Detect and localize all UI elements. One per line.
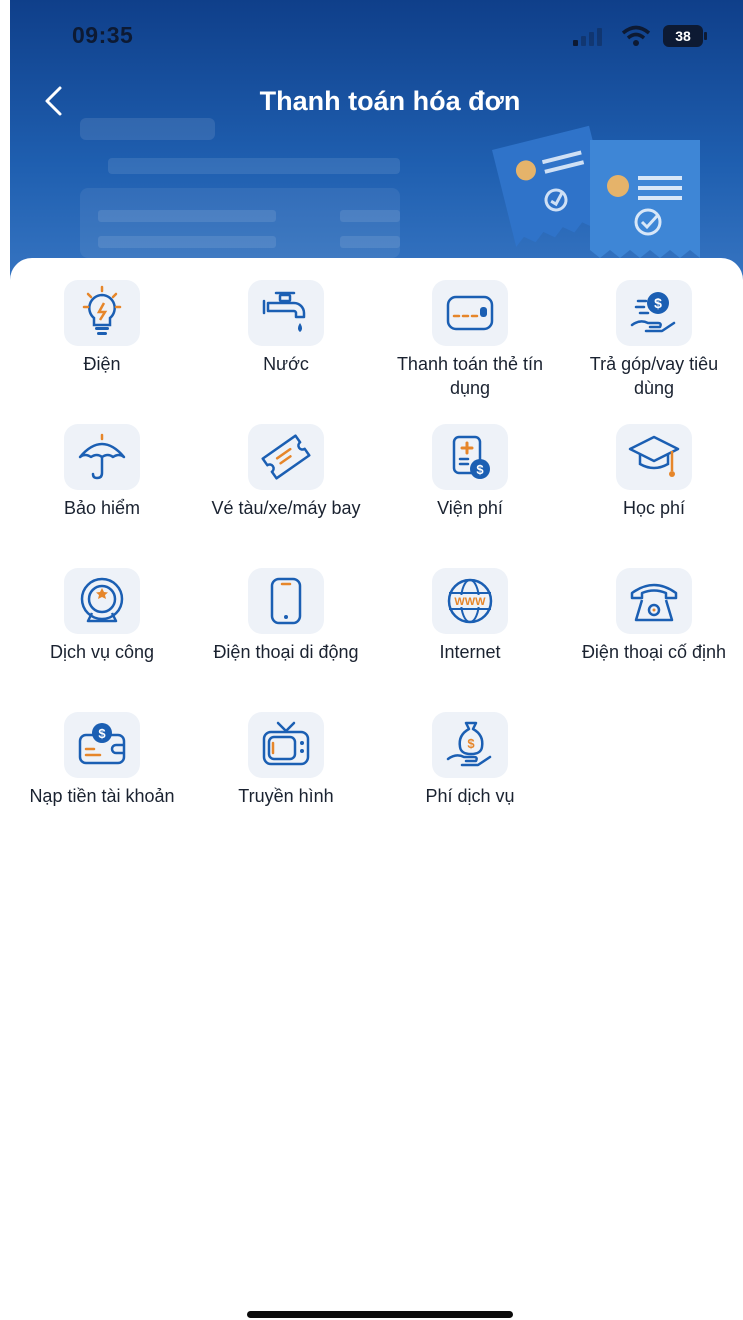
loan-hand-icon: $ bbox=[630, 292, 676, 333]
water-tap-icon bbox=[262, 291, 306, 332]
service-installment-loan[interactable]: $ Trả góp/vay tiêu dùng bbox=[562, 280, 743, 400]
service-label: Vé tàu/xe/máy bay bbox=[211, 498, 361, 518]
graduation-cap-icon bbox=[628, 435, 680, 477]
icon-tile bbox=[248, 424, 324, 490]
battery-level: 38 bbox=[675, 28, 691, 44]
status-icons: 38 bbox=[573, 25, 707, 47]
icon-tile bbox=[64, 424, 140, 490]
service-label: Phí dịch vụ bbox=[425, 786, 515, 806]
service-water[interactable]: Nước bbox=[194, 280, 378, 400]
service-television[interactable]: Truyền hình bbox=[194, 712, 378, 832]
service-label: Điện thoại cố định bbox=[581, 642, 727, 662]
svg-text:$: $ bbox=[654, 295, 662, 311]
service-label: Nạp tiền tài khoản bbox=[29, 786, 175, 806]
tv-icon bbox=[262, 721, 310, 766]
service-landline[interactable]: Điện thoại cố định bbox=[562, 568, 743, 688]
header: 09:35 38 Thanh toán hóa đơn bbox=[10, 0, 743, 300]
landline-phone-icon bbox=[630, 583, 678, 622]
svg-text:$: $ bbox=[98, 726, 106, 741]
icon-tile: $ bbox=[64, 712, 140, 778]
page-title: Thanh toán hóa đơn bbox=[259, 86, 521, 116]
back-button[interactable] bbox=[38, 84, 72, 118]
service-mobile[interactable]: Điện thoại di động bbox=[194, 568, 378, 688]
service-label: Học phí bbox=[622, 498, 686, 518]
icon-tile: WWW bbox=[432, 568, 508, 634]
icon-tile bbox=[248, 568, 324, 634]
umbrella-icon bbox=[78, 433, 126, 480]
service-hospital-fee[interactable]: $ Viện phí bbox=[378, 424, 562, 544]
icon-tile: $ bbox=[616, 280, 692, 346]
wifi-icon bbox=[621, 25, 651, 46]
service-credit-card[interactable]: Thanh toán thẻ tín dụng bbox=[378, 280, 562, 400]
status-time: 09:35 bbox=[72, 22, 134, 48]
money-bag-hand-icon: $ bbox=[446, 721, 492, 767]
icon-tile bbox=[64, 280, 140, 346]
service-label: Nước bbox=[263, 354, 309, 374]
service-account-topup[interactable]: $ Nạp tiền tài khoản bbox=[10, 712, 194, 832]
globe-www-icon: WWW bbox=[447, 578, 493, 624]
icon-tile: $ bbox=[432, 712, 508, 778]
service-travel-ticket[interactable]: Vé tàu/xe/máy bay bbox=[194, 424, 378, 544]
services-panel: Điện Nước Thanh toán thẻ tín dụng $ Trả … bbox=[10, 258, 743, 1320]
icon-tile bbox=[616, 424, 692, 490]
battery-icon: 38 bbox=[663, 25, 707, 47]
service-electricity[interactable]: Điện bbox=[10, 280, 194, 400]
credit-card-icon bbox=[446, 295, 494, 331]
hospital-bill-icon: $ bbox=[452, 435, 490, 479]
service-label: Điện thoại di động bbox=[213, 642, 359, 662]
icon-tile bbox=[248, 712, 324, 778]
mobile-phone-icon bbox=[270, 577, 302, 625]
public-service-icon bbox=[80, 577, 124, 623]
service-label: Truyền hình bbox=[238, 786, 334, 806]
home-indicator[interactable] bbox=[247, 1311, 513, 1318]
service-label: Thanh toán thẻ tín dụng bbox=[396, 354, 544, 398]
icon-tile bbox=[64, 568, 140, 634]
service-label: Điện bbox=[83, 354, 121, 374]
svg-text:$: $ bbox=[467, 736, 475, 751]
service-tuition[interactable]: Học phí bbox=[562, 424, 743, 544]
svg-text:WWW: WWW bbox=[454, 596, 486, 608]
icon-tile: $ bbox=[432, 424, 508, 490]
screen: 09:35 38 Thanh toán hóa đơn Điện Nước Th… bbox=[0, 0, 743, 1320]
lightbulb-icon bbox=[82, 285, 122, 335]
service-insurance[interactable]: Bảo hiểm bbox=[10, 424, 194, 544]
ticket-icon bbox=[261, 434, 311, 480]
svg-text:$: $ bbox=[476, 462, 484, 477]
service-grid: Điện Nước Thanh toán thẻ tín dụng $ Trả … bbox=[10, 280, 743, 832]
service-label: Trả góp/vay tiêu dùng bbox=[589, 354, 719, 398]
service-internet[interactable]: WWW Internet bbox=[378, 568, 562, 688]
service-service-fee[interactable]: $ Phí dịch vụ bbox=[378, 712, 562, 832]
icon-tile bbox=[248, 280, 324, 346]
signal-icon bbox=[573, 28, 602, 46]
service-label: Viện phí bbox=[437, 498, 503, 518]
service-public-service[interactable]: Dịch vụ công bbox=[10, 568, 194, 688]
icon-tile bbox=[616, 568, 692, 634]
icon-tile bbox=[432, 280, 508, 346]
service-label: Dịch vụ công bbox=[49, 642, 155, 662]
service-label: Bảo hiểm bbox=[63, 498, 141, 518]
wallet-topup-icon: $ bbox=[78, 723, 126, 765]
service-label: Internet bbox=[439, 642, 501, 662]
